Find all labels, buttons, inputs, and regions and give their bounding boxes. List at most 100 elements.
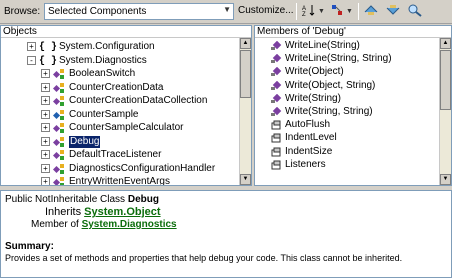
tree-node-label: CounterSample	[69, 108, 139, 120]
find-symbol-icon[interactable]	[406, 3, 424, 20]
browse-label: Browse:	[4, 6, 41, 17]
group-by-icon[interactable]	[328, 3, 346, 20]
method-icon	[271, 80, 282, 91]
method-icon	[271, 106, 282, 117]
member-item-method[interactable]: WriteLine(String)	[255, 40, 439, 52]
expand-icon[interactable]: +	[41, 109, 50, 119]
method-icon	[271, 53, 282, 64]
expand-icon[interactable]: +	[27, 42, 36, 51]
class-icon	[52, 82, 67, 94]
member-item-label: WriteLine(String)	[285, 40, 360, 51]
class-icon	[52, 176, 67, 185]
tree-node-label: System.Diagnostics	[59, 54, 147, 66]
scroll-up-arrow-icon[interactable]: ▲	[240, 38, 251, 49]
property-icon	[271, 147, 281, 157]
expand-icon[interactable]: +	[41, 123, 50, 132]
member-item-label: Write(String)	[285, 92, 341, 104]
scroll-down-arrow-icon[interactable]: ▼	[240, 174, 251, 185]
member-item-method[interactable]: Write(String)	[255, 93, 439, 105]
tree-node-label: DiagnosticsConfigurationHandler	[69, 162, 216, 174]
property-icon	[271, 160, 281, 170]
toolbar-separator	[296, 3, 297, 20]
collapse-icon[interactable]: -	[27, 55, 36, 65]
tree-node-label: CounterCreationData	[69, 81, 164, 93]
class-icon	[52, 163, 67, 175]
member-item-method[interactable]: Write(Object, String)	[255, 80, 439, 92]
member-item-label: Write(String, String)	[285, 106, 373, 117]
method-icon	[271, 40, 282, 51]
member-item-property[interactable]: Listeners	[255, 159, 439, 171]
tree-node-namespace[interactable]: +{ } System.Configuration	[1, 41, 239, 53]
inherits-line: Inherits System.Object	[45, 206, 161, 218]
browse-dropdown[interactable]: Selected Components ▼	[44, 3, 234, 20]
objects-pane-header: Objects	[1, 26, 251, 38]
sort-az-icon[interactable]: AZ	[300, 3, 318, 20]
scroll-down-arrow-icon[interactable]: ▼	[440, 174, 451, 185]
tree-node-class[interactable]: + Debug	[1, 135, 239, 148]
browse-dropdown-value: Selected Components	[48, 6, 147, 17]
method-icon	[271, 67, 282, 77]
member-item-label: IndentSize	[285, 145, 333, 157]
member-item-label: AutoFlush	[285, 119, 331, 131]
class-icon	[52, 68, 67, 80]
tree-node-class[interactable]: + EntryWrittenEventArgs	[1, 176, 239, 186]
expand-icon[interactable]: +	[41, 69, 50, 78]
signature-prefix: Public NotInheritable Class	[5, 194, 128, 205]
tree-node-class[interactable]: + DefaultTraceListener	[1, 149, 239, 161]
expand-icon[interactable]: +	[41, 150, 50, 159]
tree-node-label: Debug	[69, 135, 101, 148]
member-item-method[interactable]: WriteLine(String, String)	[255, 53, 439, 65]
expand-icon[interactable]: +	[41, 82, 50, 92]
class-icon	[52, 95, 67, 107]
scroll-thumb[interactable]	[440, 50, 451, 110]
tree-node-label: EntryWrittenEventArgs	[69, 176, 170, 186]
objects-pane: Objects +{ } System.Configuration -{ } Syst…	[0, 25, 252, 186]
member-item-label: WriteLine(String, String)	[285, 53, 392, 65]
tree-node-label: DefaultTraceListener	[69, 149, 162, 160]
member-item-method[interactable]: Write(String, String)	[255, 106, 439, 118]
tree-node-class[interactable]: + DiagnosticsConfigurationHandler	[1, 163, 239, 175]
tree-node-namespace[interactable]: -{ } System.Diagnostics	[1, 55, 239, 67]
object-browser-toolbar: Browse: Selected Components ▼ Customize.…	[0, 0, 452, 24]
property-icon	[271, 133, 281, 143]
scroll-thumb[interactable]	[240, 50, 251, 98]
customize-button[interactable]: Customize...	[238, 5, 294, 16]
tree-node-class[interactable]: + BooleanSwitch	[1, 68, 239, 80]
tree-node-class[interactable]: + CounterCreationData	[1, 82, 239, 94]
class-signature: Public NotInheritable Class Debug	[5, 194, 159, 205]
tree-node-class[interactable]: + CounterCreationDataCollection	[1, 95, 239, 107]
inherits-label: Inherits	[45, 206, 85, 218]
member-item-property[interactable]: AutoFlush	[255, 119, 439, 131]
member-of-label: Member of	[31, 219, 82, 230]
signature-class-name: Debug	[127, 194, 159, 205]
expand-icon[interactable]: +	[41, 136, 50, 146]
tree-node-class[interactable]: + CounterSampleCalculator	[1, 122, 239, 134]
forward-icon[interactable]	[384, 3, 402, 20]
tree-node-label: CounterSampleCalculator	[69, 122, 184, 133]
member-of-link[interactable]: System.Diagnostics	[82, 219, 177, 230]
inherits-link[interactable]: System.Object	[84, 206, 160, 218]
expand-icon[interactable]: +	[41, 163, 50, 173]
chevron-down-icon[interactable]: ▼	[223, 5, 231, 14]
expand-icon[interactable]: +	[41, 177, 50, 185]
members-scrollbar[interactable]: ▲ ▼	[439, 38, 451, 185]
struct-icon	[52, 109, 67, 121]
member-item-method[interactable]: Write(Object)	[255, 66, 439, 78]
namespace-icon: { }	[39, 55, 58, 67]
member-item-property[interactable]: IndentSize	[255, 146, 439, 158]
objects-scrollbar[interactable]: ▲ ▼	[239, 38, 251, 185]
member-item-label: Write(Object, String)	[285, 79, 376, 91]
description-pane: Public NotInheritable Class Debug Inheri…	[0, 190, 452, 278]
toolbar-separator	[358, 3, 359, 20]
member-item-property[interactable]: IndentLevel	[255, 132, 439, 144]
scroll-up-arrow-icon[interactable]: ▲	[440, 38, 451, 49]
tree-node-struct[interactable]: + CounterSample	[1, 109, 239, 121]
member-of-line: Member of System.Diagnostics	[31, 219, 177, 230]
sort-dropdown-arrow-icon[interactable]: ▼	[318, 3, 326, 20]
class-icon	[52, 149, 67, 161]
expand-icon[interactable]: +	[41, 96, 50, 105]
summary-label: Summary:	[5, 241, 54, 252]
class-icon	[52, 136, 67, 148]
back-icon[interactable]	[362, 3, 380, 20]
group-dropdown-arrow-icon[interactable]: ▼	[346, 3, 354, 20]
